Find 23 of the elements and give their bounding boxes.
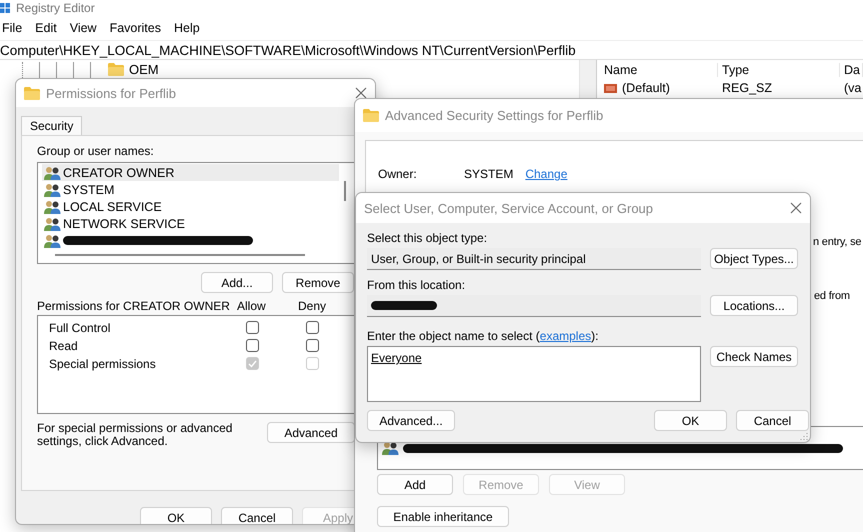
permission-name: Read: [49, 338, 79, 352]
permission-name: Special permissions: [49, 356, 157, 370]
column-header: Deny: [298, 299, 328, 313]
description-text: ed from: [814, 290, 850, 302]
window-title: Registry Editor: [16, 1, 95, 15]
object-type-field: User, Group, or Built-in security principal: [367, 248, 701, 270]
dialog-title: Permissions for Perflib: [46, 86, 178, 100]
column-header: Allow: [237, 299, 267, 313]
owner-label: Owner:: [378, 167, 418, 181]
table-cell: (va: [844, 81, 862, 95]
dialog-title: Advanced Security Settings for Perflib: [385, 108, 604, 123]
advanced-hint: For special permissions or advanced settings, click Advanced.: [37, 422, 234, 448]
owner-value: SYSTEM: [464, 167, 514, 181]
dialog-title: Select User, Computer, Service Account, or Group: [364, 200, 654, 216]
object-type-label: Select this object type:: [367, 231, 488, 245]
table-cell: REG_SZ: [722, 81, 772, 95]
location-label: From this location:: [367, 278, 466, 292]
object-name-label: Enter the object name to select (examples):: [367, 329, 600, 343]
group-label: Group or user names:: [37, 144, 155, 158]
description-text: n entry, se: [813, 236, 862, 248]
permissions-label: Permissions for CREATOR OWNER: [37, 300, 231, 313]
table-cell: (Default): [622, 81, 670, 95]
permission-name: Full Control: [49, 320, 112, 334]
